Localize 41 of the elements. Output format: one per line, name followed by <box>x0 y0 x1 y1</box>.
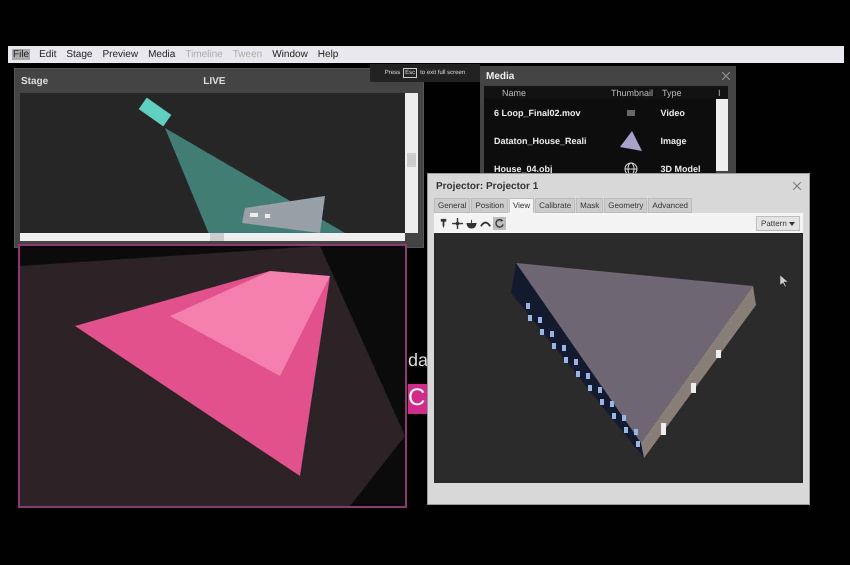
tab[interactable]: Calibrate <box>535 198 576 213</box>
tab[interactable]: Advanced <box>648 198 692 213</box>
menu-item[interactable]: Window <box>271 49 309 60</box>
media-type: Image <box>660 136 688 146</box>
live-status: LIVE <box>203 76 226 86</box>
media-type: Video <box>660 108 686 118</box>
media-name: 6 Loop_Final02.mov <box>493 108 582 118</box>
menu-item[interactable]: Media <box>147 49 176 60</box>
menu-item[interactable]: File <box>12 49 30 60</box>
menu-item[interactable]: Preview <box>102 49 140 60</box>
tab[interactable]: General <box>434 198 470 213</box>
tab[interactable]: Geometry <box>604 198 648 213</box>
pattern-dropdown[interactable]: Pattern <box>756 216 800 230</box>
background-letters: da <box>408 350 428 371</box>
move-tool-icon[interactable] <box>451 216 464 230</box>
column-header[interactable]: Type <box>662 88 718 98</box>
mouse-cursor-icon <box>780 275 788 287</box>
video-thumbnail-icon <box>626 110 635 116</box>
menu-item[interactable]: Edit <box>38 49 58 60</box>
close-icon[interactable] <box>722 72 730 80</box>
pyramid-thumbnail-icon <box>620 131 642 151</box>
vertical-scrollbar[interactable] <box>405 93 418 233</box>
tab[interactable]: View <box>508 198 534 213</box>
vertical-scrollbar[interactable] <box>716 99 728 171</box>
menu-item[interactable]: Stage <box>65 49 94 60</box>
window-title: Projector: Projector 1 <box>436 180 538 192</box>
media-name: House_04.obj <box>493 164 554 174</box>
close-icon[interactable] <box>793 182 801 190</box>
menu-item[interactable]: Help <box>316 49 340 60</box>
tab[interactable]: Mask <box>576 198 604 213</box>
column-header[interactable]: Name <box>484 88 602 98</box>
horizontal-scrollbar[interactable] <box>20 233 405 241</box>
column-header[interactable]: I <box>718 88 728 98</box>
column-header[interactable]: Thumbnail <box>602 88 662 98</box>
rotate-tool-icon[interactable] <box>493 216 506 230</box>
media-type: 3D Model <box>660 164 702 174</box>
caret-icon <box>789 222 795 226</box>
window-title: Media <box>486 70 514 82</box>
media-name: Dataton_House_Reali <box>493 136 588 146</box>
window-title: Stage <box>21 76 48 86</box>
tab[interactable]: Position <box>471 198 508 213</box>
